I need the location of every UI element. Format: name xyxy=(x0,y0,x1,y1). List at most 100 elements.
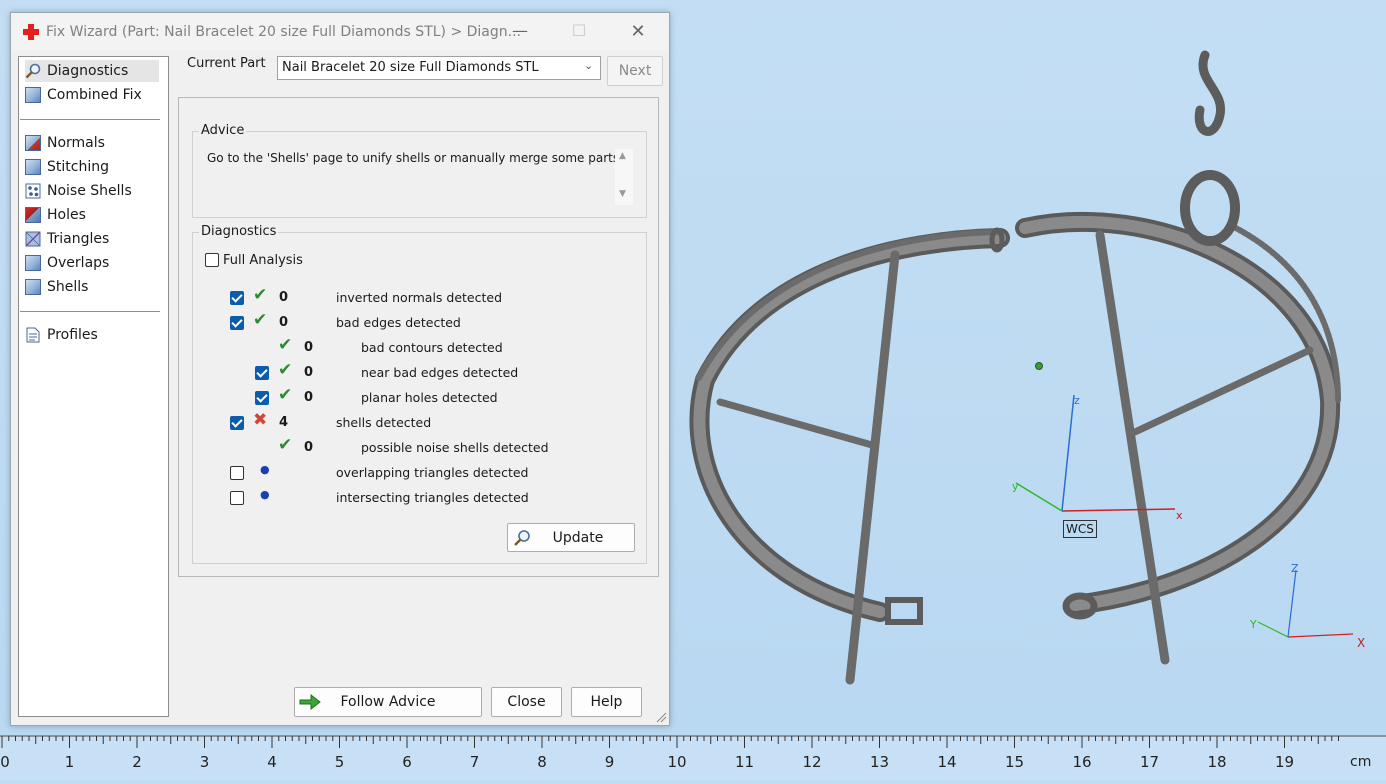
nav-item-shells[interactable]: Shells xyxy=(25,276,88,298)
app-logo-icon xyxy=(23,24,39,40)
check-icon: ✔ xyxy=(278,360,293,380)
nav-item-combined-fix[interactable]: Combined Fix xyxy=(25,84,142,106)
nav-item-label: Noise Shells xyxy=(47,183,132,199)
full-analysis-label: Full Analysis xyxy=(223,253,303,268)
advice-scrollbar[interactable]: ▲ ▼ xyxy=(615,149,633,205)
scroll-up-icon[interactable]: ▲ xyxy=(619,151,626,161)
overlapping-triangles-checkbox[interactable] xyxy=(230,466,244,480)
nav-item-triangles[interactable]: Triangles xyxy=(25,228,109,250)
nav-item-label: Stitching xyxy=(47,159,109,175)
inverted-normals-checkbox[interactable] xyxy=(230,291,244,305)
ruler-label: 8 xyxy=(537,753,547,771)
advice-text: Go to the 'Shells' page to unify shells … xyxy=(207,151,623,165)
current-part-value: Nail Bracelet 20 size Full Diamonds STL xyxy=(282,60,539,75)
ruler-label: 18 xyxy=(1207,753,1226,771)
nav-item-label: Normals xyxy=(47,135,105,151)
ruler-label: 2 xyxy=(132,753,142,771)
check-icon: ✔ xyxy=(278,385,293,405)
update-button[interactable]: Update xyxy=(507,523,635,552)
near-bad-edges-checkbox[interactable] xyxy=(255,366,269,380)
nav-item-diagnostics[interactable]: Diagnostics xyxy=(25,60,159,82)
corner-axes xyxy=(1257,569,1354,638)
count-value: 0 xyxy=(304,365,314,380)
corner-axis-z-label: Z xyxy=(1291,562,1299,575)
ruler-label: 17 xyxy=(1140,753,1159,771)
count-value: 4 xyxy=(279,415,289,430)
magnifier-icon xyxy=(513,529,531,551)
close-button[interactable]: Close xyxy=(491,687,562,717)
ruler-ticks: 0 1 2 3 4 5 6 7 8 9 10 11 12 13 14 15 16 17 18 19 cm xyxy=(0,735,1386,771)
next-button-label: Next xyxy=(618,63,652,79)
unknown-dot-icon: ● xyxy=(260,463,270,476)
nav-item-stitching[interactable]: Stitching xyxy=(25,156,109,178)
follow-advice-label: Follow Advice xyxy=(340,694,436,710)
count-value: 0 xyxy=(304,340,314,355)
axis-x-label: x xyxy=(1176,509,1183,522)
nav-item-normals[interactable]: Normals xyxy=(25,132,105,154)
fix-wizard-dialog: Fix Wizard (Part: Nail Bracelet 20 size … xyxy=(10,12,670,726)
diagnostic-text: overlapping triangles detected xyxy=(336,465,529,480)
scroll-down-icon[interactable]: ▼ xyxy=(619,189,626,199)
advice-group: Advice Go to the 'Shells' page to unify … xyxy=(192,123,647,218)
current-part-select[interactable]: Nail Bracelet 20 size Full Diamonds STL … xyxy=(277,56,601,80)
wcs-label: WCS xyxy=(1063,520,1097,538)
ruler-label: 0 xyxy=(0,753,10,771)
nav-panel: Diagnostics Combined Fix Normals Stitchi… xyxy=(18,56,169,717)
planar-holes-checkbox[interactable] xyxy=(255,391,269,405)
next-button[interactable]: Next xyxy=(607,56,663,86)
diagnostic-text: near bad edges detected xyxy=(361,365,519,380)
nav-item-label: Shells xyxy=(47,279,89,295)
diagnostic-text: inverted normals detected xyxy=(336,290,503,305)
chevron-down-icon[interactable]: ⌄ xyxy=(584,59,593,72)
count-value: 0 xyxy=(279,290,289,305)
intersecting-triangles-checkbox[interactable] xyxy=(230,491,244,505)
follow-advice-button[interactable]: Follow Advice xyxy=(294,687,482,717)
diagnostic-text: intersecting triangles detected xyxy=(336,490,529,505)
unknown-dot-icon: ● xyxy=(260,488,270,501)
count-value: 0 xyxy=(279,315,289,330)
ruler-label: 5 xyxy=(335,753,345,771)
shells-icon xyxy=(25,279,41,295)
ruler-label: 7 xyxy=(470,753,480,771)
title-bar[interactable]: Fix Wizard (Part: Nail Bracelet 20 size … xyxy=(11,13,669,51)
nav-item-label: Overlaps xyxy=(47,255,110,271)
check-icon: ✔ xyxy=(278,435,293,455)
corner-axis-y-label: Y xyxy=(1249,618,1257,631)
error-x-icon: ✖ xyxy=(253,410,268,430)
diagnostic-text: bad edges detected xyxy=(336,315,461,330)
axis-y-label: y xyxy=(1012,480,1019,493)
nav-item-profiles[interactable]: Profiles xyxy=(25,324,98,346)
overlaps-icon xyxy=(25,255,41,271)
ruler-label: 3 xyxy=(200,753,210,771)
check-icon: ✔ xyxy=(253,285,268,305)
ruler-label: 1 xyxy=(65,753,75,771)
stitching-icon xyxy=(25,159,41,175)
arrow-right-icon xyxy=(299,693,321,715)
nav-item-overlaps[interactable]: Overlaps xyxy=(25,252,109,274)
maximize-icon: ☐ xyxy=(571,21,587,40)
check-icon: ✔ xyxy=(253,310,268,330)
diagnostic-text: planar holes detected xyxy=(361,390,498,405)
nav-divider xyxy=(20,311,160,312)
update-label: Update xyxy=(552,529,604,546)
ruler-label: 19 xyxy=(1275,753,1294,771)
ruler: 0 1 2 3 4 5 6 7 8 9 10 11 12 13 14 15 16 17 18 19 cm xyxy=(0,735,1386,780)
ruler-unit: cm xyxy=(1350,754,1371,770)
close-window-icon[interactable]: ✕ xyxy=(623,21,653,42)
window-title: Fix Wizard (Part: Nail Bracelet 20 size … xyxy=(46,24,521,40)
nav-item-noise-shells[interactable]: Noise Shells xyxy=(25,180,132,202)
diagnostic-text: bad contours detected xyxy=(361,340,503,355)
minimize-icon[interactable]: — xyxy=(505,21,535,40)
ruler-label: 13 xyxy=(870,753,889,771)
bad-edges-checkbox[interactable] xyxy=(230,316,244,330)
diagnostics-title: Diagnostics xyxy=(199,224,279,239)
nav-item-holes[interactable]: Holes xyxy=(25,204,86,226)
help-button[interactable]: Help xyxy=(571,687,642,717)
resize-grip-icon[interactable] xyxy=(655,711,667,727)
shells-checkbox[interactable] xyxy=(230,416,244,430)
diagnostic-text: possible noise shells detected xyxy=(361,440,549,455)
diagnostics-panel: Advice Go to the 'Shells' page to unify … xyxy=(178,97,659,577)
axis-z-label: z xyxy=(1074,394,1080,407)
full-analysis-checkbox[interactable] xyxy=(205,253,219,267)
current-part-label: Current Part xyxy=(187,56,266,71)
